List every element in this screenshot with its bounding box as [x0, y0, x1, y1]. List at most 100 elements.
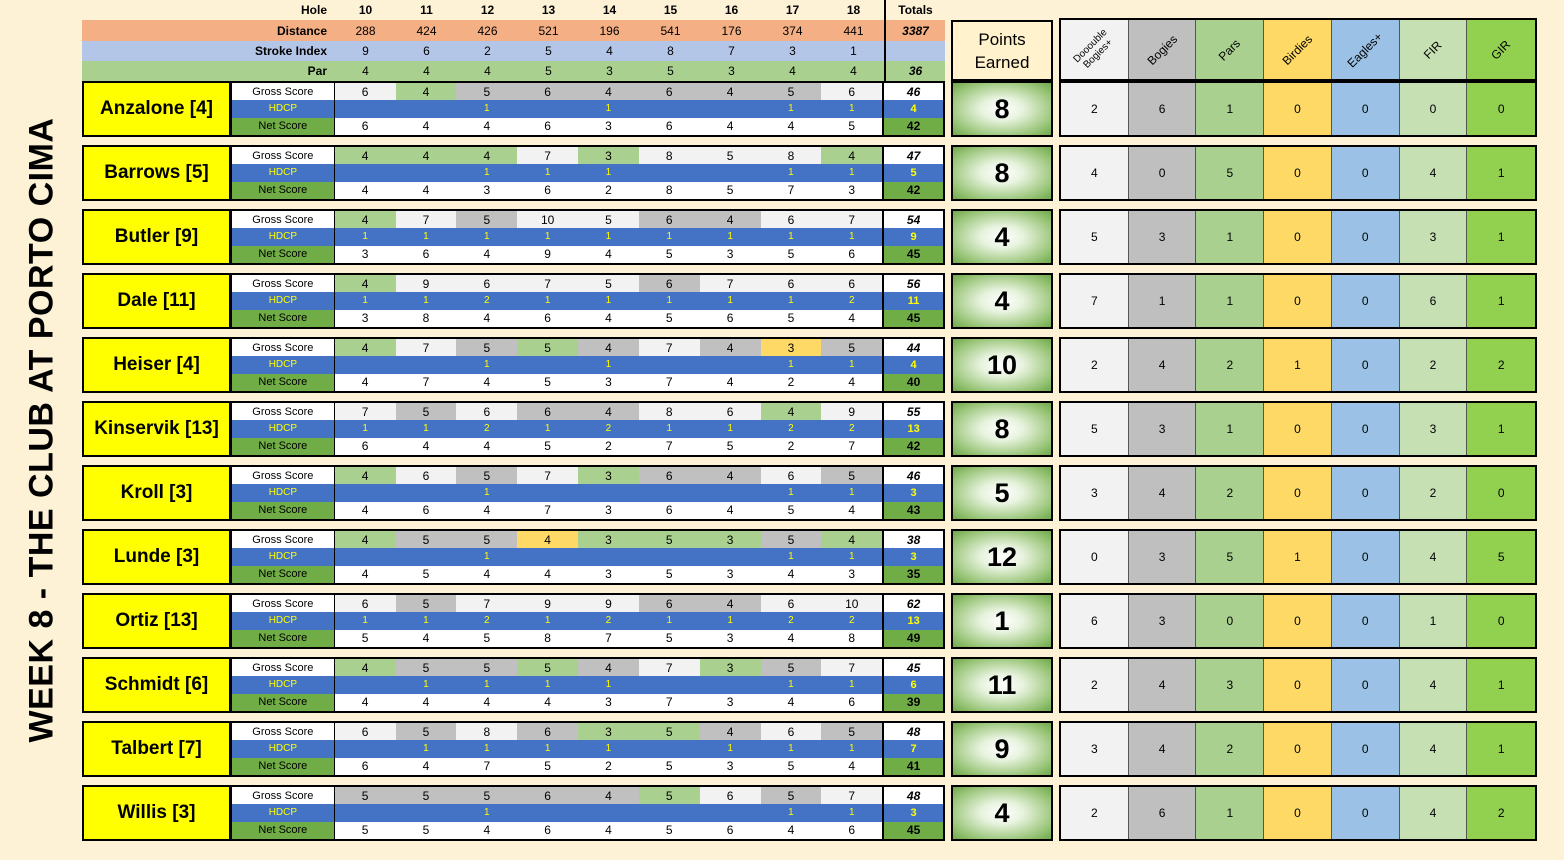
- par-value: 5: [545, 64, 552, 78]
- net-cell: 4: [361, 375, 369, 390]
- gross-cell: 7: [395, 211, 457, 229]
- net-cell: 2: [605, 439, 612, 454]
- net-cell: 5: [787, 247, 795, 262]
- net-cell: 9: [544, 247, 551, 262]
- hdcp-cell: 1: [605, 167, 612, 179]
- stroke-index-value: 8: [667, 44, 674, 58]
- hdcp-label: HDCP: [232, 804, 335, 822]
- net-cell: 4: [361, 503, 369, 518]
- stats-row: 4050041: [1059, 145, 1537, 201]
- net-cell: 4: [726, 503, 734, 518]
- hdcp-label: HDCP: [232, 100, 335, 118]
- gross-cell: 4: [699, 723, 761, 741]
- gross-cell: 4: [395, 83, 457, 101]
- gross-score-row: Gross Score 7 5 6 6 4 8 6 4 9 55: [232, 403, 943, 421]
- hole-number: 13: [541, 3, 556, 17]
- gross-cell: 5: [760, 83, 822, 101]
- hdcp-cell: [396, 164, 457, 181]
- hdcp-cell: 1: [484, 551, 490, 563]
- distance-value: 196: [599, 23, 620, 38]
- net-total: 42: [882, 181, 943, 199]
- bogies-value: 0: [1128, 147, 1197, 199]
- gross-cell: 5: [578, 275, 639, 293]
- gross-label: Gross Score: [232, 147, 335, 165]
- double-bogies-value: 0: [1061, 531, 1129, 583]
- net-cell: 4: [605, 311, 612, 326]
- gross-score-row: Gross Score 6 5 7 9 9 6 4 6 10 62: [232, 595, 943, 613]
- net-cell: 5: [848, 119, 856, 134]
- gross-cell: 5: [395, 787, 457, 805]
- stats-row: 6300010: [1059, 593, 1537, 649]
- net-score-row: Net Score 4 5 4 4 3 5 3 4 3 35: [232, 565, 943, 583]
- stroke-index-value: 9: [362, 44, 369, 58]
- scorecard: Gross Score 7 5 6 6 4 8 6 4 9 55 HDCP 1 1 2 1 2 1 1 2 2 13 Net…: [230, 401, 945, 457]
- gross-cell: 3: [578, 147, 639, 165]
- par-row: Par 4 4 4 5 3 5 3 4 4 36: [82, 61, 945, 81]
- scorecard: Gross Score 4 6 5 7 3 6 4 6 5 46 HDCP 1 1 1 3 Net Score 4…: [230, 465, 945, 521]
- points-earned: 4: [951, 273, 1053, 329]
- hdcp-cell: 1: [484, 359, 490, 371]
- net-label: Net Score: [232, 181, 335, 199]
- gross-cell: 4: [821, 531, 883, 549]
- hdcp-cell: 1: [544, 679, 551, 691]
- hdcp-cell: [396, 100, 457, 117]
- hdcp-cell: 1: [666, 423, 673, 435]
- net-cell: 6: [726, 823, 734, 838]
- stats-row: 2430041: [1059, 657, 1537, 713]
- gross-total: 44: [882, 339, 943, 357]
- hole-row: Hole 10 11 12 13 14 15 16 17 18 Totals: [82, 0, 945, 20]
- scorecard: Gross Score 6 5 8 6 3 5 4 6 5 48 HDCP 1 1 1 1 1 1 1 7 Net Sc…: [230, 721, 945, 777]
- bogies-value: 4: [1128, 467, 1197, 519]
- gross-cell: 6: [517, 723, 579, 741]
- gross-cell: 5: [395, 531, 457, 549]
- hole-number: 15: [663, 3, 678, 17]
- hdcp-cell: [639, 484, 700, 501]
- stats-row: 7110061: [1059, 273, 1537, 329]
- net-cell: 5: [544, 439, 551, 454]
- par-value: 4: [484, 64, 491, 78]
- gross-cell: 6: [638, 595, 700, 613]
- net-cell: 5: [787, 311, 795, 326]
- gross-score-row: Gross Score 6 4 5 6 4 6 4 5 6 46: [232, 83, 943, 101]
- gross-cell: 4: [578, 83, 639, 101]
- hdcp-cell: [335, 804, 396, 821]
- hdcp-cell: [639, 740, 700, 757]
- gross-score-row: Gross Score 4 7 5 5 4 7 4 3 5 44: [232, 339, 943, 357]
- birdies-value: 0: [1264, 211, 1332, 263]
- gross-total: 62: [882, 595, 943, 613]
- gross-cell: 4: [578, 659, 639, 677]
- gross-label: Gross Score: [232, 531, 335, 549]
- scorecard: Gross Score 6 4 5 6 4 6 4 5 6 46 HDCP 1 1 1 1 4 Net Score…: [230, 81, 945, 137]
- gross-cell: 10: [517, 211, 579, 229]
- gross-cell: 9: [395, 275, 457, 293]
- net-cell: 4: [361, 567, 369, 582]
- gross-label: Gross Score: [232, 723, 335, 741]
- gross-cell: 9: [821, 403, 883, 421]
- net-cell: 5: [665, 823, 673, 838]
- hdcp-cell: 1: [484, 487, 490, 499]
- hdcp-cell: 1: [788, 487, 794, 499]
- net-cell: 3: [848, 567, 856, 582]
- hdcp-cell: 2: [848, 423, 855, 435]
- gross-cell: 6: [517, 83, 579, 101]
- gross-cell: 7: [821, 659, 883, 677]
- birdies-value: 0: [1264, 723, 1332, 775]
- hdcp-cell: 1: [727, 743, 733, 755]
- net-cell: 4: [483, 119, 491, 134]
- points-earned: 5: [951, 465, 1053, 521]
- stats-row: 2610042: [1059, 785, 1537, 841]
- net-label: Net Score: [232, 309, 335, 327]
- net-score-row: Net Score 4 7 4 5 3 7 4 2 4 40: [232, 373, 943, 391]
- net-cell: 4: [787, 119, 795, 134]
- hdcp-cell: 1: [605, 103, 612, 115]
- net-cell: 5: [361, 823, 369, 838]
- player-name: Heiser [4]: [82, 337, 231, 393]
- distance-label: Distance: [276, 23, 327, 38]
- scorecard: Gross Score 4 7 5 5 4 7 4 3 5 44 HDCP 1 1 1 1 4 Net Score…: [230, 337, 945, 393]
- hdcp-row: HDCP 1 1 1 1 1 5: [232, 164, 943, 182]
- gross-cell: 9: [578, 595, 639, 613]
- gross-cell: 5: [699, 147, 761, 165]
- gross-cell: 4: [760, 403, 822, 421]
- eagles-header: Eagles+: [1331, 20, 1400, 79]
- distance-value: 441: [843, 23, 864, 38]
